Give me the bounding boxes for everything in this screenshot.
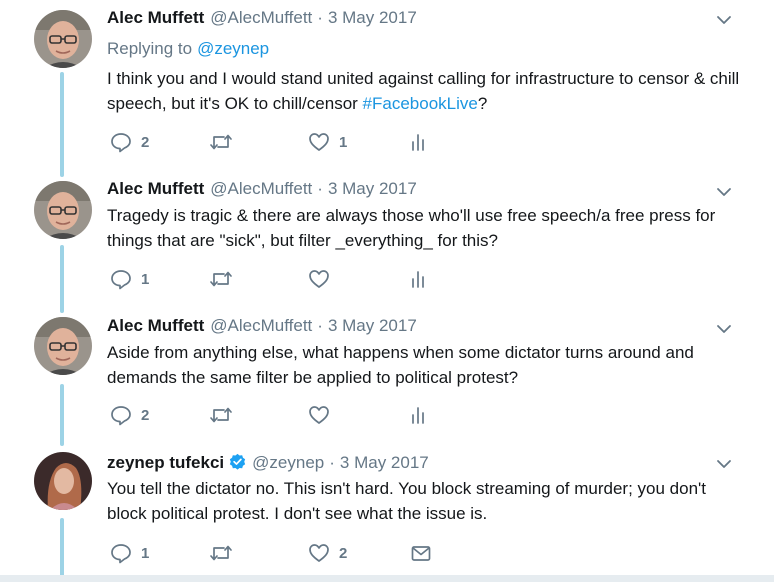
heart-icon <box>309 544 329 562</box>
direct-message-button[interactable] <box>410 542 432 564</box>
tweet[interactable]: Alec Muffett @AlecMuffett · 3 May 2017 A… <box>0 314 774 446</box>
tweet-text: I think you and I would stand united aga… <box>107 66 747 116</box>
reply-icon <box>111 544 131 564</box>
tweet-header: zeynep tufekci @zeynep · 3 May 2017 <box>107 451 429 475</box>
avatar[interactable] <box>34 452 92 510</box>
analytics-icon <box>412 407 424 424</box>
retweet-button[interactable] <box>209 542 233 564</box>
tweet[interactable]: Alec Muffett @AlecMuffett · 3 May 2017 T… <box>0 178 774 314</box>
tweet-text: Tragedy is tragic & there are always tho… <box>107 203 747 253</box>
like-button[interactable] <box>308 268 330 290</box>
tweet-header: Alec Muffett @AlecMuffett · 3 May 2017 <box>107 316 417 340</box>
timeline-divider <box>0 575 774 582</box>
tweet-text-body: Aside from anything else, what happens w… <box>107 343 694 387</box>
author-name[interactable]: Alec Muffett <box>107 8 204 28</box>
author-handle[interactable]: @AlecMuffett <box>210 316 312 336</box>
reply-count: 2 <box>141 133 150 151</box>
tweet[interactable]: zeynep tufekci @zeynep · 3 May 2017 You … <box>0 446 774 575</box>
like-count: 2 <box>339 544 348 562</box>
author-name[interactable]: zeynep tufekci <box>107 453 224 473</box>
separator: · <box>317 316 323 335</box>
retweet-button[interactable] <box>209 268 233 290</box>
tweet-text-tail: ? <box>477 94 488 113</box>
tweet-text: You tell the dictator no. This isn't har… <box>107 476 747 526</box>
author-handle[interactable]: @zeynep <box>252 453 324 473</box>
tweet-date[interactable]: 3 May 2017 <box>328 179 417 199</box>
avatar-image <box>34 452 92 510</box>
reply-icon <box>111 406 131 426</box>
retweet-icon <box>210 545 232 561</box>
replying-to: Replying to @zeynep <box>107 39 269 59</box>
avatar[interactable] <box>34 317 92 375</box>
tweet-header: Alec Muffett @AlecMuffett · 3 May 2017 <box>107 179 417 203</box>
separator: · <box>317 179 323 198</box>
heart-icon <box>309 133 329 151</box>
author-name[interactable]: Alec Muffett <box>107 316 204 336</box>
tweet-text-body: You tell the dictator no. This isn't har… <box>107 479 707 523</box>
retweet-icon <box>210 134 232 150</box>
separator: · <box>329 453 335 472</box>
replying-to-label: Replying to <box>107 39 193 58</box>
like-button[interactable]: 1 <box>308 131 347 153</box>
envelope-icon <box>411 546 431 561</box>
like-count: 1 <box>339 133 348 151</box>
tweet-date[interactable]: 3 May 2017 <box>340 453 429 473</box>
analytics-button[interactable] <box>410 404 428 426</box>
author-name[interactable]: Alec Muffett <box>107 179 204 199</box>
tweet-date[interactable]: 3 May 2017 <box>328 8 417 28</box>
reply-button[interactable]: 1 <box>110 542 149 564</box>
avatar-image <box>34 10 92 68</box>
avatar-image <box>34 181 92 239</box>
author-handle[interactable]: @AlecMuffett <box>210 8 312 28</box>
avatar-image <box>34 317 92 375</box>
retweet-button[interactable] <box>209 404 233 426</box>
reply-count: 2 <box>141 406 150 424</box>
tweet-text: Aside from anything else, what happens w… <box>107 340 747 390</box>
heart-icon <box>309 406 329 424</box>
retweet-icon <box>210 407 232 423</box>
separator: · <box>317 8 323 27</box>
chevron-down-icon[interactable] <box>716 321 732 337</box>
replying-to-handle-link[interactable]: @zeynep <box>197 39 269 58</box>
analytics-button[interactable] <box>410 268 428 290</box>
avatar[interactable] <box>34 10 92 68</box>
retweet-button[interactable] <box>209 131 233 153</box>
reply-count: 1 <box>141 270 150 288</box>
tweet-date[interactable]: 3 May 2017 <box>328 316 417 336</box>
chevron-down-icon[interactable] <box>716 184 732 200</box>
like-button[interactable]: 2 <box>308 542 347 564</box>
retweet-icon <box>210 271 232 287</box>
author-handle[interactable]: @AlecMuffett <box>210 179 312 199</box>
reply-button[interactable]: 1 <box>110 268 149 290</box>
reply-count: 1 <box>141 544 150 562</box>
reply-button[interactable]: 2 <box>110 404 149 426</box>
chevron-down-icon[interactable] <box>716 456 732 472</box>
chevron-down-icon[interactable] <box>716 12 732 28</box>
tweet-text-body: Tragedy is tragic & there are always tho… <box>107 206 716 250</box>
heart-icon <box>309 270 329 288</box>
reply-icon <box>111 133 131 153</box>
tweet[interactable]: Alec Muffett @AlecMuffett · 3 May 2017 R… <box>0 0 774 178</box>
reply-button[interactable]: 2 <box>110 131 149 153</box>
like-button[interactable] <box>308 404 330 426</box>
analytics-icon <box>412 271 424 288</box>
reply-icon <box>111 270 131 290</box>
analytics-icon <box>412 134 424 151</box>
avatar[interactable] <box>34 181 92 239</box>
verified-badge-icon <box>230 453 246 470</box>
hashtag-link[interactable]: #FacebookLive <box>363 94 478 113</box>
analytics-button[interactable] <box>410 131 428 153</box>
tweet-header: Alec Muffett @AlecMuffett · 3 May 2017 <box>107 8 417 32</box>
